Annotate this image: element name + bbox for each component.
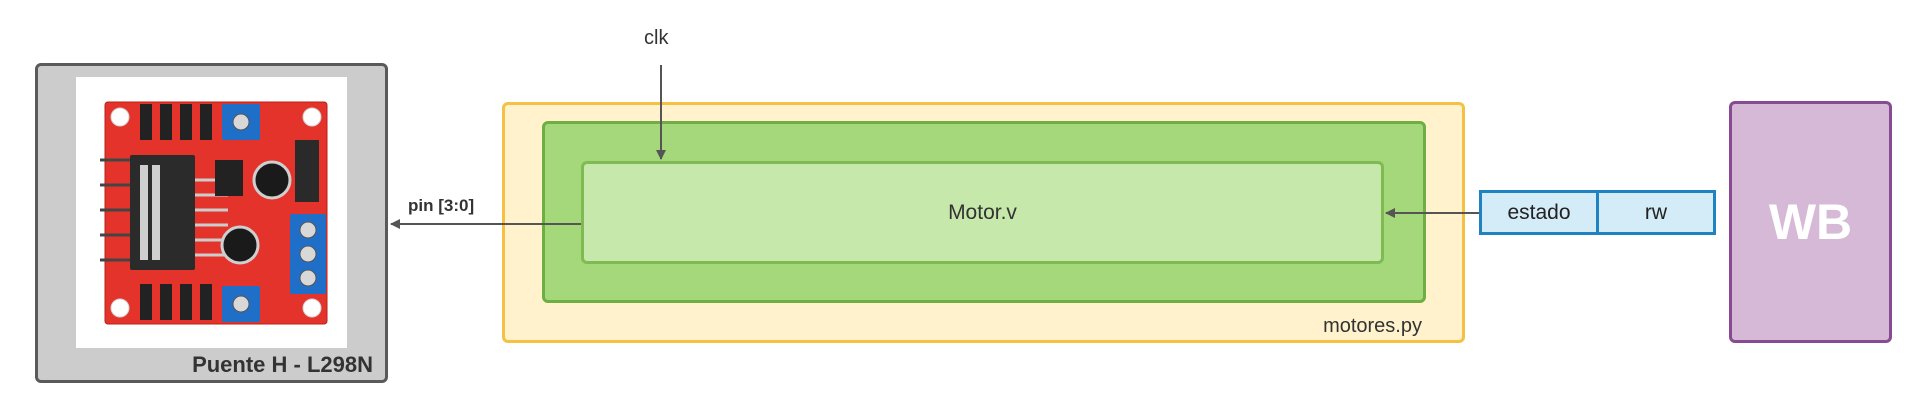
regulator — [215, 160, 243, 196]
capacitor — [252, 160, 292, 200]
diagram-overlay — [100, 65, 1479, 325]
l298n-board — [100, 101, 328, 325]
pin-header — [200, 284, 212, 320]
pin-header — [200, 104, 212, 140]
pin-header — [140, 284, 152, 320]
jumper-header — [295, 140, 319, 202]
mount-hole — [110, 107, 130, 127]
heatsink-fin — [152, 165, 160, 260]
capacitor — [220, 225, 260, 265]
pin-header — [180, 104, 192, 140]
heatsink — [130, 155, 195, 270]
mount-hole — [302, 298, 322, 318]
pin-header — [180, 284, 192, 320]
pin-header — [160, 104, 172, 140]
mount-hole — [302, 107, 322, 127]
heatsink-fin — [140, 165, 148, 260]
pin-header — [140, 104, 152, 140]
pin-header — [160, 284, 172, 320]
mount-hole — [110, 298, 130, 318]
